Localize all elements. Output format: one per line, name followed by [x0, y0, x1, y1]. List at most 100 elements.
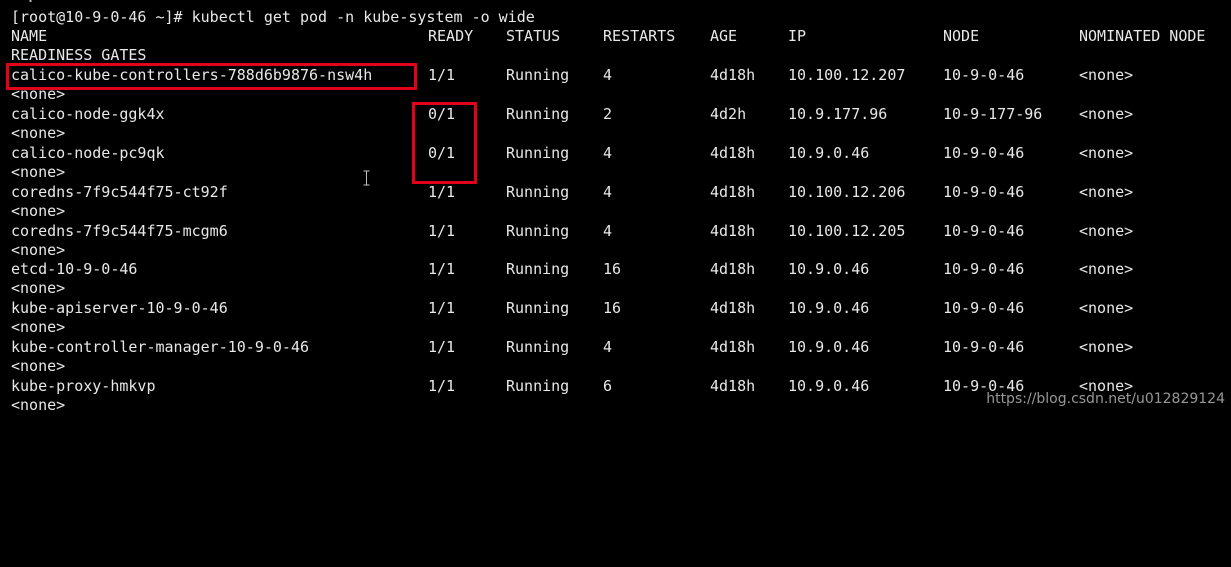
pod-age: 4d18h	[710, 377, 756, 395]
pod-status: Running	[506, 222, 570, 240]
pod-nominated-node: <none>	[1079, 260, 1134, 278]
pod-readiness-gates: <none>	[11, 318, 66, 336]
table-row: calico-node-ggk4x 0/1 Running 2 4d2h 10.…	[0, 105, 1133, 124]
header-readiness-gates: READINESS GATES	[11, 46, 147, 64]
pod-ip: 10.100.12.207	[788, 66, 906, 84]
pod-status: Running	[506, 66, 570, 84]
pod-ready: 1/1	[428, 377, 456, 395]
pod-name: etcd-10-9-0-46	[11, 260, 138, 278]
pod-name: calico-kube-controllers-788d6b9876-nsw4h	[11, 66, 373, 84]
table-row-wrap: <none>	[0, 163, 65, 182]
pod-node: 10-9-0-46	[943, 66, 1025, 84]
pod-name: kube-controller-manager-10-9-0-46	[11, 338, 310, 356]
table-row-wrap: <none>	[0, 357, 65, 376]
table-row: etcd-10-9-0-46 1/1 Running 16 4d18h 10.9…	[0, 260, 1133, 279]
pod-age: 4d18h	[710, 144, 756, 162]
pod-ip: 10.9.0.46	[788, 260, 870, 278]
pod-status: Running	[506, 338, 570, 356]
pod-readiness-gates: <none>	[11, 241, 66, 259]
pod-restarts: 6	[603, 377, 613, 395]
table-row-wrap: <none>	[0, 318, 65, 337]
pod-ip: 10.9.0.46	[788, 144, 870, 162]
pod-readiness-gates: <none>	[11, 85, 66, 103]
pod-restarts: 4	[603, 338, 613, 356]
pod-nominated-node: <none>	[1079, 222, 1134, 240]
pod-restarts: 4	[603, 222, 613, 240]
pod-name: coredns-7f9c544f75-mcgm6	[11, 222, 228, 240]
pod-readiness-gates: <none>	[11, 163, 66, 181]
pod-ready: 1/1	[428, 260, 456, 278]
pod-name: calico-node-ggk4x	[11, 105, 165, 123]
pod-ip: 10.100.12.205	[788, 222, 906, 240]
table-row: coredns-7f9c544f75-ct92f 1/1 Running 4 4…	[0, 183, 1133, 202]
terminal-window[interactable]: . [root@10-9-0-46 ~]# kubectl get pod -n…	[0, 0, 1231, 417]
header-nominated-node: NOMINATED NODE	[1079, 27, 1206, 45]
table-row: kube-proxy-hmkvp 1/1 Running 6 4d18h 10.…	[0, 377, 1133, 396]
pod-ready: 0/1	[428, 105, 456, 123]
pod-name: coredns-7f9c544f75-ct92f	[11, 183, 228, 201]
header-age: AGE	[710, 27, 738, 45]
pod-readiness-gates: <none>	[11, 279, 66, 297]
header-ready: READY	[428, 27, 474, 45]
header-restarts: RESTARTS	[603, 27, 676, 45]
pod-restarts: 4	[603, 183, 613, 201]
table-row-wrap: <none>	[0, 85, 65, 104]
pod-ready: 0/1	[428, 144, 456, 162]
table-row: kube-apiserver-10-9-0-46 1/1 Running 16 …	[0, 299, 1133, 318]
table-row: calico-kube-controllers-788d6b9876-nsw4h…	[0, 66, 1133, 85]
pod-name: calico-node-pc9qk	[11, 144, 165, 162]
header-ip: IP	[788, 27, 807, 45]
pod-nominated-node: <none>	[1079, 183, 1134, 201]
pod-age: 4d18h	[710, 338, 756, 356]
watermark: https://blog.csdn.net/u012829124	[986, 391, 1225, 407]
pod-ready: 1/1	[428, 66, 456, 84]
pod-name: kube-apiserver-10-9-0-46	[11, 299, 228, 317]
pod-node: 10-9-0-46	[943, 338, 1025, 356]
pod-restarts: 2	[603, 105, 613, 123]
pod-age: 4d18h	[710, 260, 756, 278]
pod-node: 10-9-177-96	[943, 105, 1043, 123]
pod-ip: 10.9.177.96	[788, 105, 888, 123]
pod-restarts: 4	[603, 144, 613, 162]
pod-ip: 10.9.0.46	[788, 338, 870, 356]
pod-age: 4d2h	[710, 105, 747, 123]
pod-status: Running	[506, 260, 570, 278]
pod-node: 10-9-0-46	[943, 222, 1025, 240]
header-name: NAME	[11, 27, 48, 45]
pod-readiness-gates: <none>	[11, 357, 66, 375]
pod-ready: 1/1	[428, 222, 456, 240]
table-row: kube-controller-manager-10-9-0-46 1/1 Ru…	[0, 338, 1133, 357]
text-cursor-icon	[363, 170, 370, 186]
pod-readiness-gates: <none>	[11, 124, 66, 142]
pod-ready: 1/1	[428, 299, 456, 317]
table-row: coredns-7f9c544f75-mcgm6 1/1 Running 4 4…	[0, 222, 1133, 241]
pod-nominated-node: <none>	[1079, 338, 1134, 356]
pod-nominated-node: <none>	[1079, 299, 1134, 317]
pod-restarts: 4	[603, 66, 613, 84]
pod-node: 10-9-0-46	[943, 144, 1025, 162]
pod-age: 4d18h	[710, 222, 756, 240]
pod-node: 10-9-0-46	[943, 183, 1025, 201]
pod-status: Running	[506, 377, 570, 395]
pod-ip: 10.9.0.46	[788, 377, 870, 395]
table-header-row-wrap: READINESS GATES	[0, 46, 146, 65]
header-node: NODE	[943, 27, 980, 45]
pod-readiness-gates: <none>	[11, 202, 66, 220]
pod-nominated-node: <none>	[1079, 66, 1134, 84]
clipped-previous-output: .	[8, 0, 53, 7]
pod-status: Running	[506, 299, 570, 317]
pod-ip: 10.9.0.46	[788, 299, 870, 317]
pod-nominated-node: <none>	[1079, 105, 1134, 123]
pod-ready: 1/1	[428, 338, 456, 356]
pod-status: Running	[506, 183, 570, 201]
pod-readiness-gates: <none>	[11, 396, 66, 414]
pod-node: 10-9-0-46	[943, 260, 1025, 278]
table-row-wrap: <none>	[0, 202, 65, 221]
pod-name: kube-proxy-hmkvp	[11, 377, 156, 395]
pod-ip: 10.100.12.206	[788, 183, 906, 201]
pod-status: Running	[506, 105, 570, 123]
header-status: STATUS	[506, 27, 561, 45]
table-row-wrap: <none>	[0, 396, 65, 415]
command-text: [root@10-9-0-46 ~]# kubectl get pod -n k…	[11, 8, 535, 26]
table-row-wrap: <none>	[0, 241, 65, 260]
